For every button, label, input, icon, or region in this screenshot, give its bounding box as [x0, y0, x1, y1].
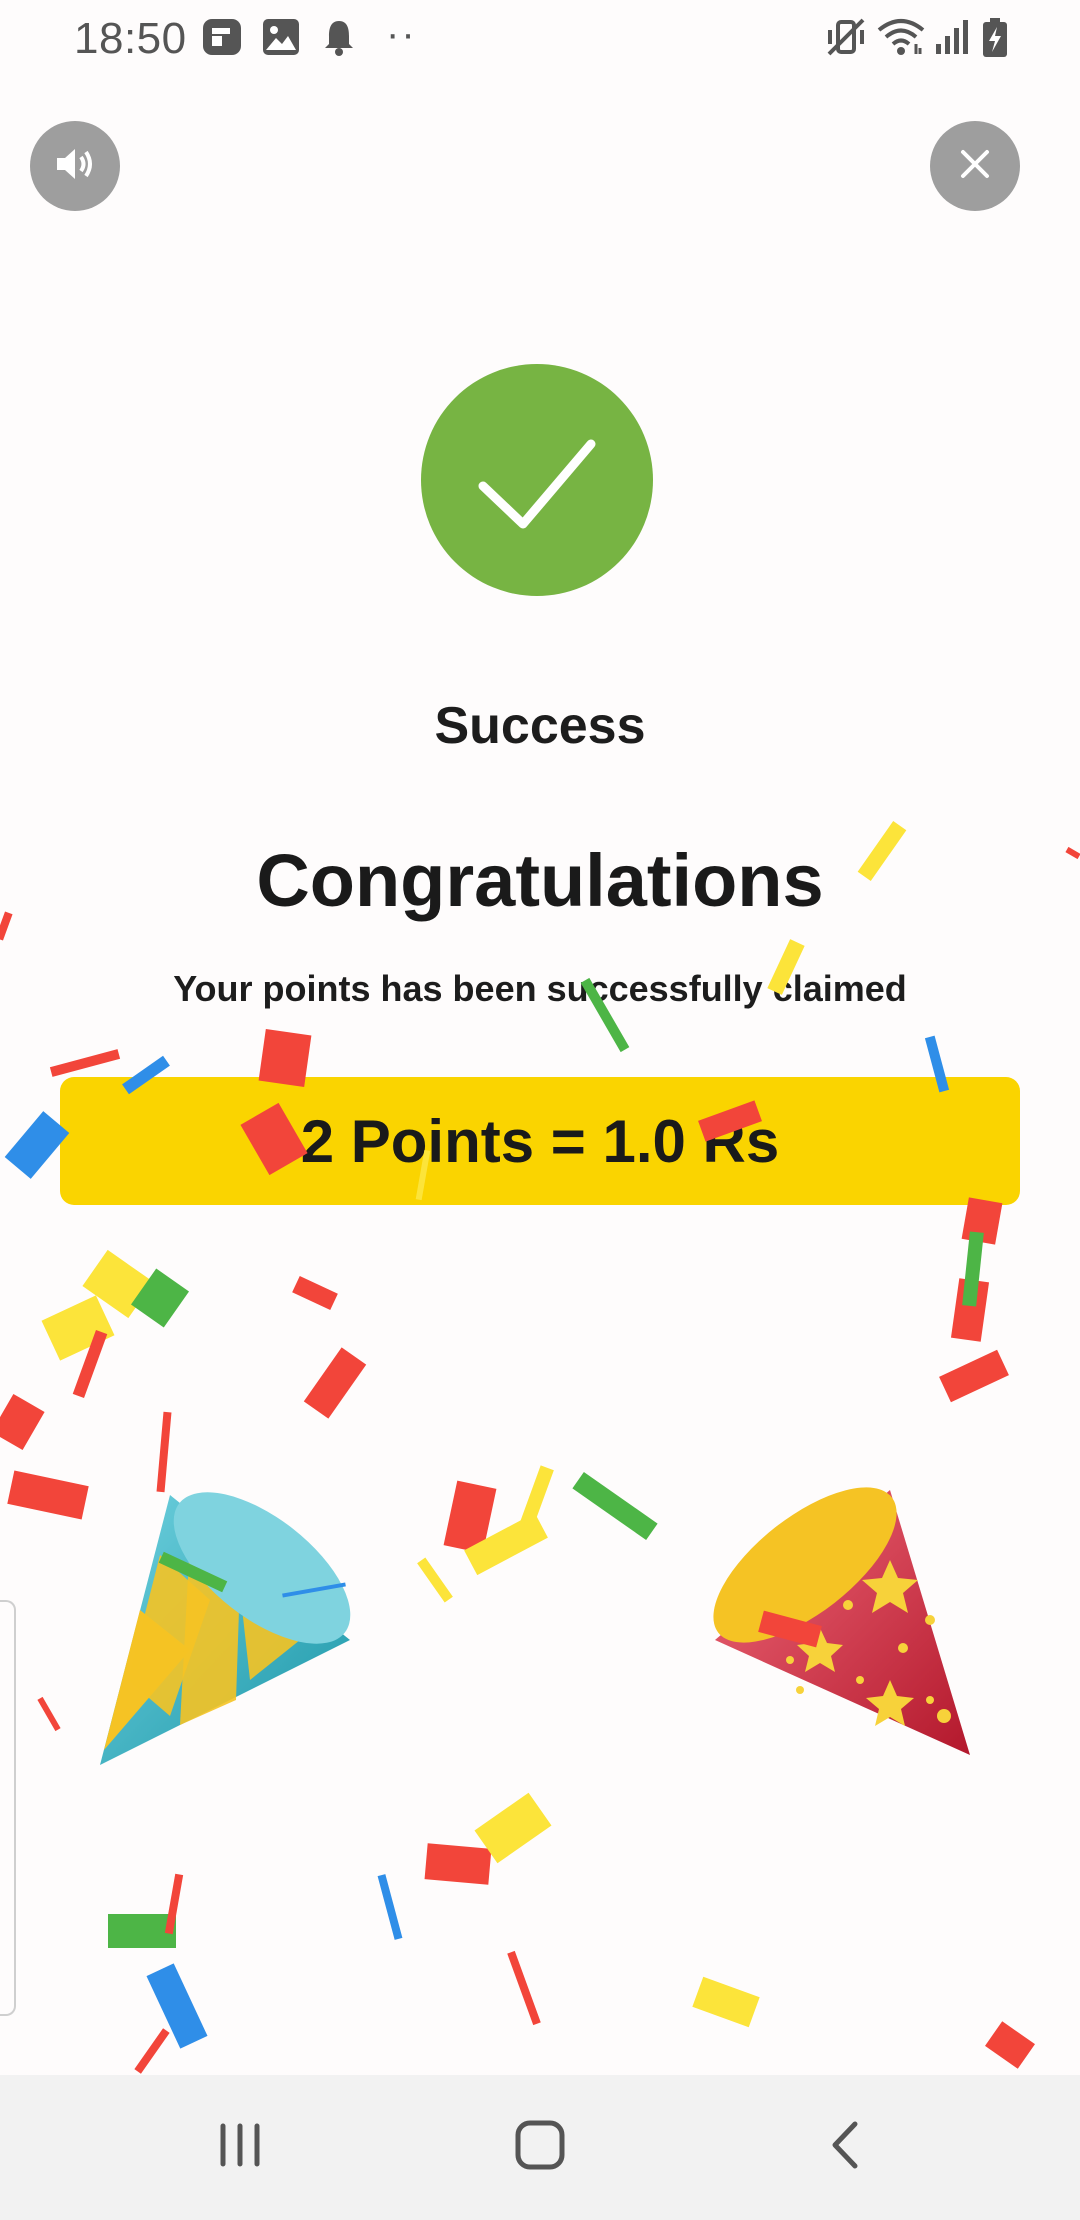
party-popper-icon: [100, 1492, 351, 1765]
party-popper-stars-icon: [713, 1487, 970, 1755]
back-button[interactable]: [764, 2075, 924, 2220]
recent-apps-icon: [217, 2122, 263, 2173]
confetti: [0, 821, 1080, 2074]
recent-apps-button[interactable]: [160, 2075, 320, 2220]
celebration-decoration: [0, 821, 1080, 2074]
edge-panel-handle[interactable]: [0, 1600, 16, 2016]
navigation-bar: [0, 2075, 1080, 2220]
home-icon: [514, 2119, 566, 2176]
back-icon: [827, 2120, 861, 2175]
home-button[interactable]: [460, 2075, 620, 2220]
